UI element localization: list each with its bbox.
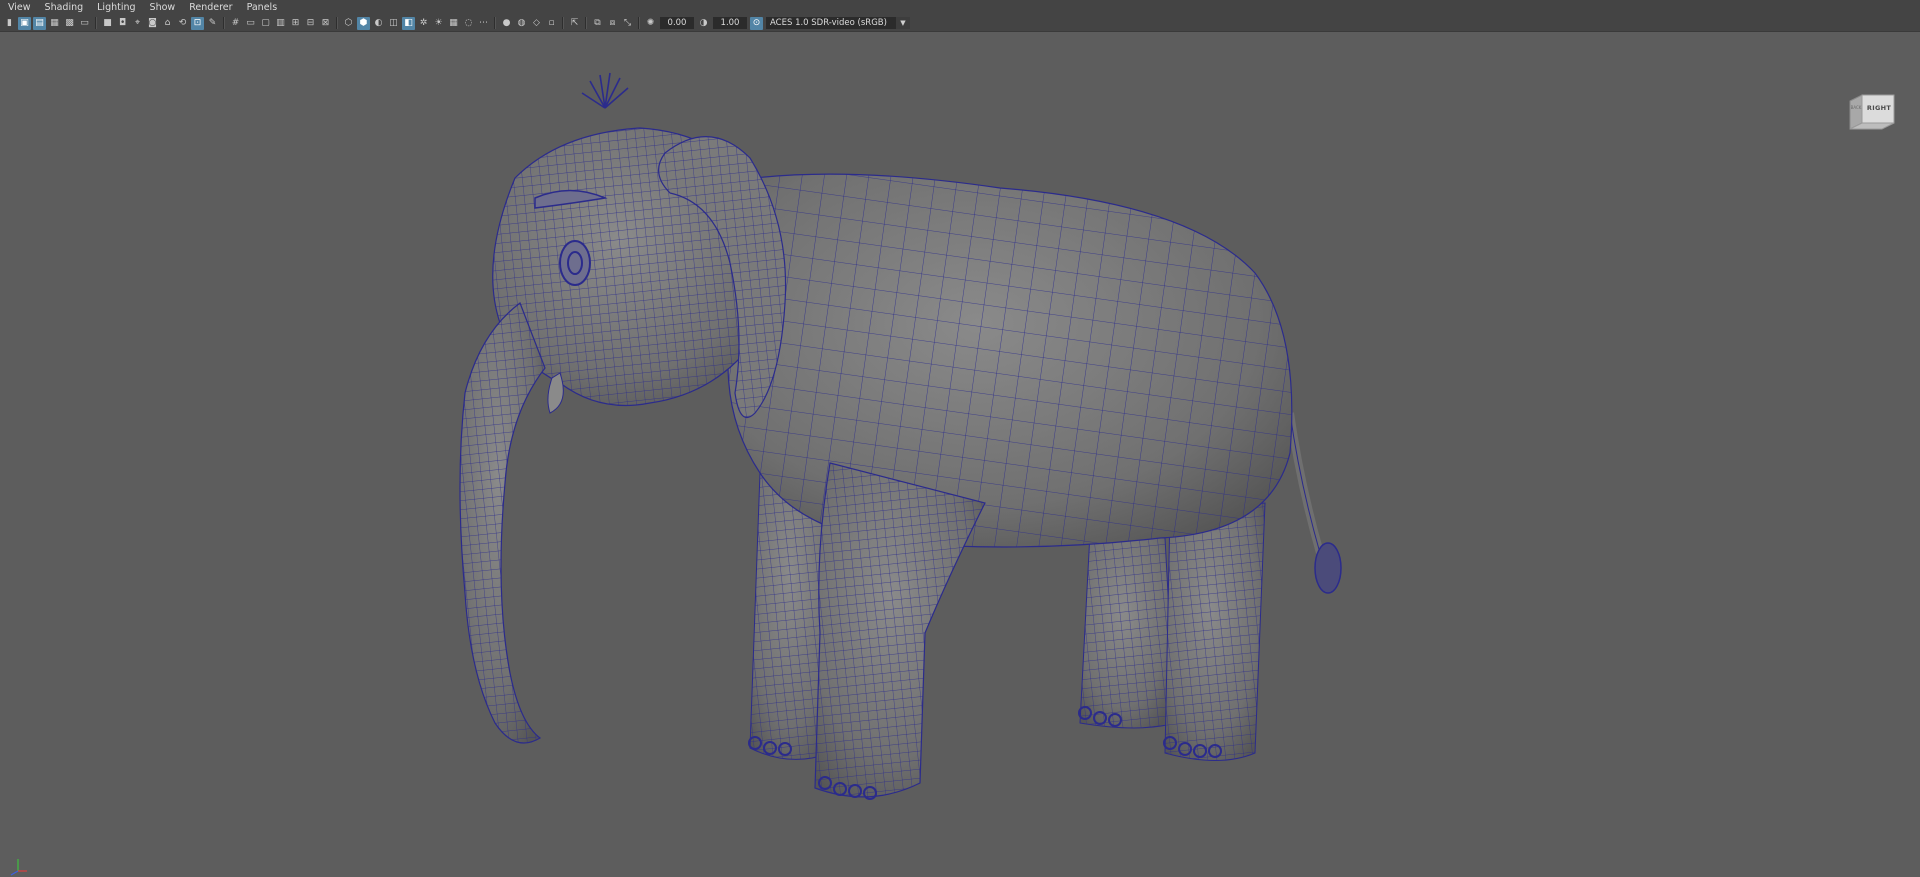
two-d-pan-icon[interactable]: ⌖ — [131, 17, 144, 30]
select-camera-icon[interactable]: ▮ — [3, 17, 16, 30]
color-management-icon[interactable]: ⊙ — [750, 16, 763, 30]
view-cube-face-label: RIGHT — [1866, 104, 1892, 112]
film-gate-icon[interactable]: ▭ — [78, 17, 91, 30]
toolbar-divider — [638, 17, 640, 29]
exposure-icon[interactable]: ✺ — [644, 17, 657, 30]
use-all-lights-icon[interactable]: ✲ — [417, 17, 430, 30]
xray-joints-icon[interactable]: ◇ — [530, 17, 543, 30]
tail — [1286, 412, 1342, 594]
resolution-gate-icon[interactable]: ▭ — [244, 17, 257, 30]
elephant-trunk — [459, 302, 546, 744]
grid-icon[interactable]: # — [229, 17, 242, 30]
menu-show[interactable]: Show — [143, 0, 183, 15]
hair-tuft — [581, 72, 629, 109]
menu-renderer[interactable]: Renderer — [182, 0, 239, 15]
frame-icon[interactable]: ⤡ — [621, 17, 634, 30]
menu-lighting[interactable]: Lighting — [90, 0, 142, 15]
camera-icon[interactable]: ■ — [101, 17, 114, 30]
wireframe-on-shaded-icon[interactable]: ◫ — [387, 17, 400, 30]
select-tool-icon[interactable]: ⇱ — [568, 17, 581, 30]
viewport-3d[interactable]: RIGHT BACK — [0, 33, 1920, 876]
isolate-select-icon[interactable]: ⊡ — [191, 16, 204, 30]
front-left-leg — [814, 462, 986, 798]
smooth-shade-icon[interactable]: ⬢ — [357, 16, 370, 30]
elephant-body — [719, 173, 1293, 548]
menu-view[interactable]: View — [0, 0, 38, 15]
toolbar-divider — [95, 17, 97, 29]
menu-shading[interactable]: Shading — [38, 0, 91, 15]
shadows-icon[interactable]: ☀ — [432, 17, 445, 30]
xray-icon[interactable]: ◍ — [515, 17, 528, 30]
snap-camera-icon[interactable]: ⟲ — [176, 17, 189, 30]
view-cube[interactable]: RIGHT BACK — [1848, 93, 1896, 133]
gamma-icon[interactable]: ◑ — [697, 17, 710, 30]
hud-icon[interactable]: ⧉ — [591, 17, 604, 30]
anti-aliasing-icon[interactable]: ⋯ — [477, 17, 490, 30]
toolbar-divider — [223, 17, 225, 29]
textured-icon[interactable]: ◧ — [402, 16, 415, 30]
toolbar-divider — [562, 17, 564, 29]
color-space-label: ACES 1.0 SDR-video (sRGB) — [770, 18, 887, 28]
axis-gizmo-icon — [10, 859, 27, 876]
image-plane-icon[interactable]: ▦ — [48, 17, 61, 30]
gate-mask-icon[interactable]: ▢ — [259, 17, 272, 30]
grid-toggle-icon[interactable]: ▩ — [63, 17, 76, 30]
view-cube-side-label: BACK — [1850, 105, 1862, 110]
grease-pencil-icon[interactable]: ◙ — [146, 17, 159, 30]
overscan-icon[interactable]: ⊠ — [319, 17, 332, 30]
toolbar-divider — [585, 17, 587, 29]
menu-panels[interactable]: Panels — [240, 0, 285, 15]
back-left-leg — [1164, 502, 1266, 761]
safe-action-icon[interactable]: ⊞ — [289, 17, 302, 30]
exposure-field[interactable] — [660, 17, 694, 29]
isolate-icon[interactable]: ⧈ — [606, 17, 619, 30]
color-space-dropdown[interactable]: ACES 1.0 SDR-video (sRGB) ▼ — [766, 17, 910, 29]
panel-toolbar: ▮ ▣ ▤ ▦ ▩ ▭ ■ ◘ ⌖ ◙ ⌂ ⟲ ⊡ ✎ # ▭ ▢ ▥ ⊞ ⊟ … — [0, 15, 1920, 32]
xray-components-icon[interactable]: ▫ — [545, 17, 558, 30]
panel-menubar: View Shading Lighting Show Renderer Pane… — [0, 0, 1920, 15]
toolbar-divider — [336, 17, 338, 29]
bookmarks-icon[interactable]: ▤ — [33, 16, 46, 30]
toolbar-divider — [494, 17, 496, 29]
field-chart-icon[interactable]: ▥ — [274, 17, 287, 30]
pencil-icon[interactable]: ✎ — [206, 17, 219, 30]
camera-attributes-icon[interactable]: ▣ — [18, 16, 31, 30]
back-right-leg — [1079, 532, 1176, 729]
gamma-field[interactable] — [713, 17, 747, 29]
wireframe-icon[interactable]: ⬡ — [342, 17, 355, 30]
elephant-model[interactable] — [0, 33, 1920, 864]
bookmark-icon[interactable]: ⌂ — [161, 17, 174, 30]
tusk — [547, 372, 564, 414]
safe-title-icon[interactable]: ⊟ — [304, 17, 317, 30]
ambient-occlusion-icon[interactable]: ▦ — [447, 17, 460, 30]
lock-camera-icon[interactable]: ◘ — [116, 17, 129, 30]
chevron-down-icon: ▼ — [896, 17, 910, 29]
default-material-icon[interactable]: ◐ — [372, 17, 385, 30]
depth-of-field-icon[interactable]: ● — [500, 17, 513, 30]
motion-blur-icon[interactable]: ◌ — [462, 17, 475, 30]
